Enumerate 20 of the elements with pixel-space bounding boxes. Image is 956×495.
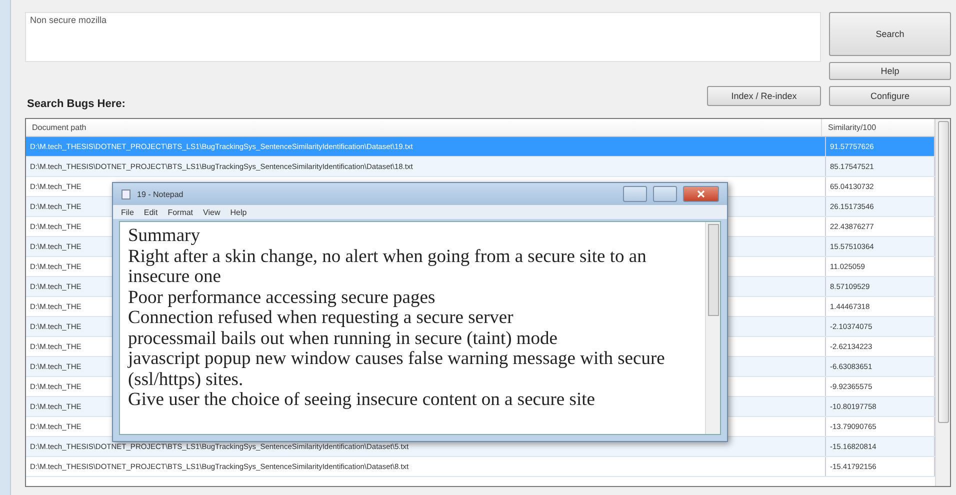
scrollbar[interactable] [705, 222, 720, 434]
scrollbar[interactable] [935, 119, 950, 486]
index-button[interactable]: Index / Re-index [707, 86, 821, 106]
search-label: Search Bugs Here: [27, 98, 126, 110]
menu-item[interactable]: File [121, 208, 134, 216]
minimize-button[interactable] [623, 186, 647, 202]
menu-item[interactable]: Help [230, 208, 247, 216]
search-button[interactable]: Search [829, 12, 951, 56]
column-header[interactable]: Document path [26, 119, 822, 136]
maximize-button[interactable] [653, 186, 677, 202]
close-icon [697, 190, 705, 198]
menu-item[interactable]: Format [168, 208, 194, 216]
notepad-icon [121, 188, 131, 200]
search-query-field[interactable]: Non secure mozilla [25, 12, 821, 62]
configure-button[interactable]: Configure [829, 86, 951, 106]
menu-item[interactable]: Edit [144, 208, 158, 216]
window-title: 19 - Notepad [137, 190, 184, 198]
menu-item[interactable]: View [203, 208, 220, 216]
close-button[interactable] [683, 186, 719, 202]
help-button[interactable]: Help [829, 62, 951, 80]
